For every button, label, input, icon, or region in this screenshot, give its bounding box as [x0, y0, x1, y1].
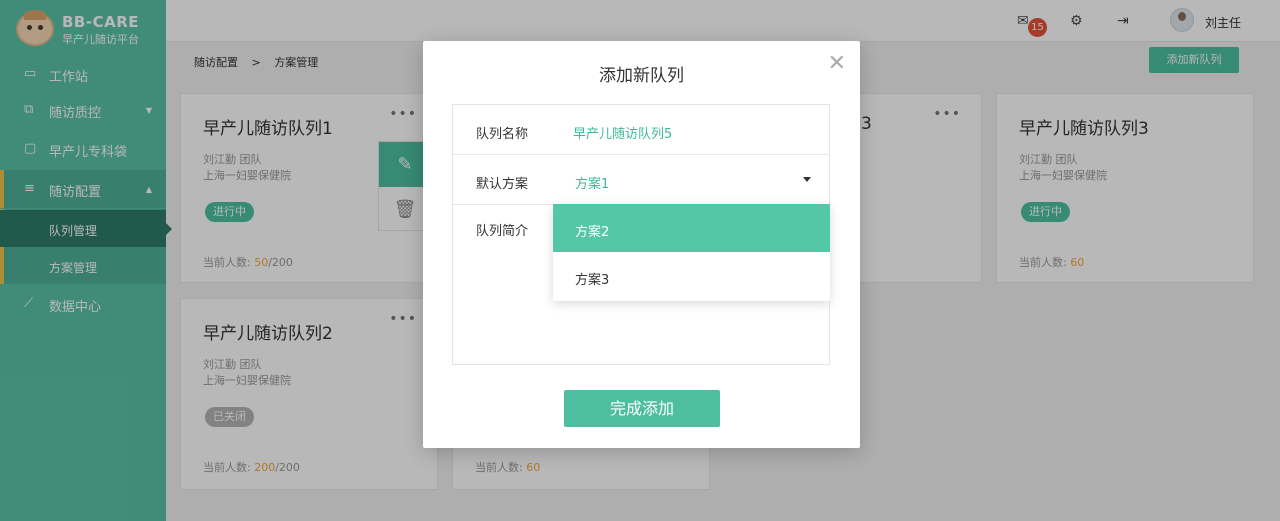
name-row: 队列名称 早产儿随访队列5 [453, 105, 829, 155]
close-icon[interactable]: ✕ [828, 53, 846, 75]
plan-select[interactable]: 方案1 [575, 173, 609, 192]
plan-option[interactable]: 方案2 [553, 204, 830, 252]
plan-option[interactable]: 方案3 [553, 252, 830, 300]
plan-dropdown: 方案2 方案3 [553, 204, 830, 301]
name-input[interactable]: 早产儿随访队列5 [573, 123, 672, 142]
plan-label: 默认方案 [476, 177, 529, 192]
desc-label: 队列简介 [476, 224, 529, 239]
name-label: 队列名称 [476, 127, 529, 142]
plan-row[interactable]: 默认方案 方案1 [453, 155, 829, 205]
submit-button[interactable]: 完成添加 [564, 390, 720, 427]
chevron-down-icon[interactable] [803, 177, 811, 182]
dialog-title: 添加新队列 [599, 66, 684, 86]
